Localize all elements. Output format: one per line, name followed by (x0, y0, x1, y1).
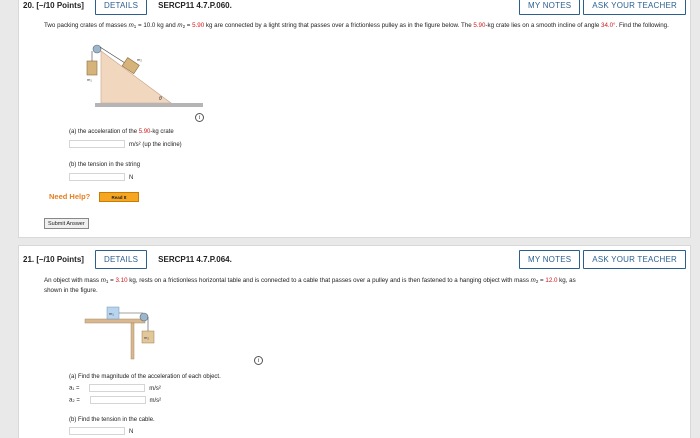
info-icon[interactable]: i (195, 113, 204, 122)
a1-answer-input[interactable] (89, 384, 146, 392)
question-20-card: 20. [–/10 Points] DETAILS SERCP11 4.7.P.… (18, 0, 691, 238)
table-leg (130, 322, 135, 360)
need-help-label: Need Help? (49, 192, 91, 201)
part-a-answer-row: m/s² (up the incline) (69, 140, 182, 148)
floor (95, 103, 203, 107)
a2-label: a₂ = (69, 397, 80, 404)
ask-your-teacher-button[interactable]: ASK YOUR TEACHER (583, 249, 686, 269)
question-20-prompt: Two packing crates of masses m1 = 10.0 k… (44, 22, 669, 29)
ask-your-teacher-button[interactable]: ASK YOUR TEACHER (583, 0, 686, 15)
a1-answer-row: a₁ = m/s² (69, 384, 161, 392)
part-a-prompt: (a) Find the magnitude of the accelerati… (69, 374, 221, 380)
crate-m1 (86, 60, 98, 76)
part-b-prompt: (b) the tension in the string (69, 162, 141, 168)
my-notes-button[interactable]: MY NOTES (519, 249, 581, 269)
question-20-number-points: 20. [–/10 Points] (23, 0, 84, 10)
question-21-code: SERCP11 4.7.P.064. (158, 254, 232, 264)
part-b-answer-row: N (69, 173, 133, 181)
details-button[interactable]: DETAILS (95, 0, 148, 15)
question-20-header: 20. [–/10 Points] DETAILS SERCP11 4.7.P.… (19, 0, 690, 16)
submit-answer-button[interactable]: Submit Answer (44, 218, 89, 229)
label-m1: m₁ (109, 311, 114, 316)
read-it-button[interactable]: Read It (99, 192, 139, 202)
question-21-card: 21. [–/10 Points] DETAILS SERCP11 4.7.P.… (18, 245, 691, 438)
question-21-header: 21. [–/10 Points] DETAILS SERCP11 4.7.P.… (19, 248, 690, 270)
pulley (92, 44, 102, 54)
question-21-number-points: 21. [–/10 Points] (23, 254, 84, 264)
part-a-prompt: (a) the acceleration of the 5.90-kg crat… (69, 129, 174, 135)
my-notes-button[interactable]: MY NOTES (519, 0, 581, 15)
part-a-answer-input[interactable] (69, 140, 125, 148)
label-m2: m₂ (144, 335, 149, 340)
part-b-answer-input[interactable] (69, 173, 125, 181)
question-20-code: SERCP11 4.7.P.060. (158, 0, 232, 10)
details-button[interactable]: DETAILS (95, 249, 148, 269)
label-m2: m₂ (137, 57, 142, 62)
label-m1: m₁ (87, 77, 92, 82)
table-pulley-figure: m₁ m₂ (84, 306, 155, 360)
part-b-prompt: (b) Find the tension in the cable. (69, 417, 155, 423)
question-21-prompt: An object with mass m1 = 3.10 kg, rests … (44, 277, 576, 294)
table-top (84, 318, 146, 324)
incline-pulley-figure: m₁ m₂ θ (86, 44, 203, 107)
info-icon[interactable]: i (254, 356, 263, 365)
a2-answer-input[interactable] (89, 396, 146, 404)
label-theta: θ (159, 96, 162, 102)
a2-answer-row: a₂ = m/s² (69, 396, 162, 404)
part-b-answer-row: N (69, 427, 133, 435)
part-b-answer-input[interactable] (69, 427, 125, 435)
pulley (139, 312, 149, 322)
a1-label: a₁ = (69, 385, 80, 392)
